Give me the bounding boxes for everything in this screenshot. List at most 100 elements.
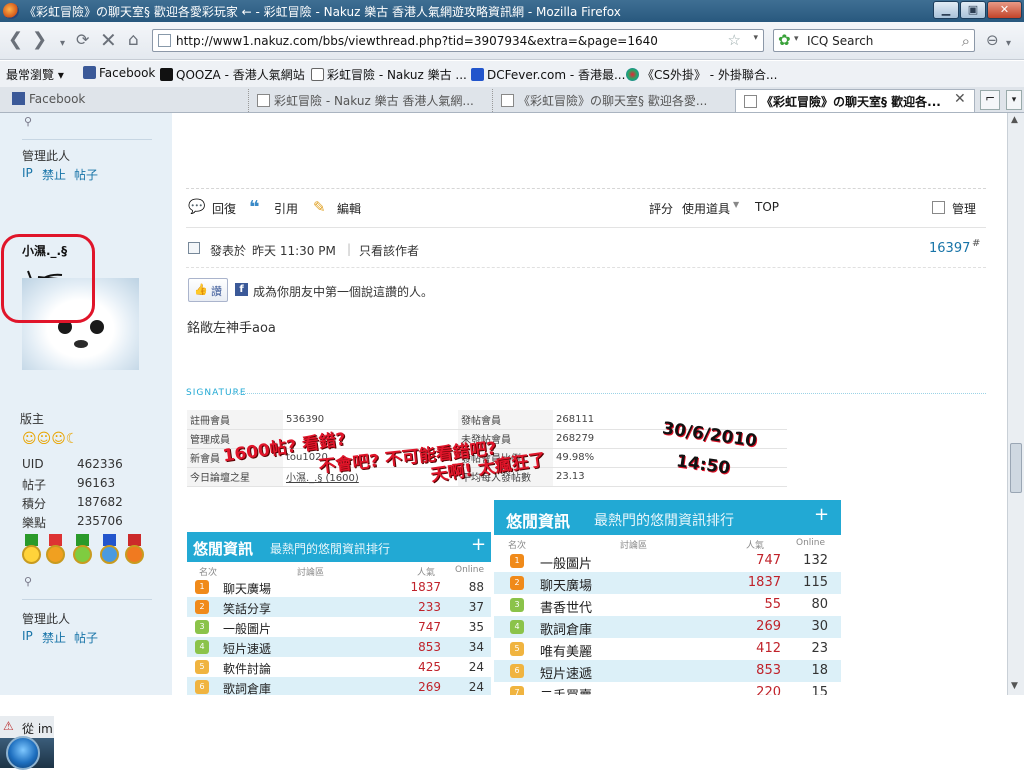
reload-icon[interactable]: ⟳ (76, 30, 89, 50)
rank-badge: 5 (195, 660, 209, 674)
forum-name[interactable]: 聊天廣場 (223, 580, 271, 597)
url-dropdown-icon[interactable]: ▾ (753, 33, 758, 43)
page-icon (744, 95, 757, 108)
home-icon[interactable]: ⌂ (128, 30, 139, 50)
history-dropdown-icon[interactable]: ▾ (60, 34, 65, 54)
windows-start-icon[interactable] (6, 736, 40, 770)
ranking-row[interactable]: 6 歌詞倉庫 269 24 (187, 677, 491, 695)
scroll-down-icon[interactable]: ▼ (1011, 681, 1018, 691)
address-bar[interactable]: http://www1.nakuz.com/bbs/viewthread.php… (152, 29, 764, 52)
reply-button[interactable]: 回復 (212, 200, 236, 217)
forum-name[interactable]: 笑話分享 (223, 600, 271, 617)
forum-name[interactable]: 歌詞倉庫 (540, 619, 592, 638)
people-count: 220 (756, 685, 781, 695)
ban-link[interactable]: 禁止 (42, 166, 66, 183)
vertical-scrollbar[interactable]: ▲ ▼ (1007, 113, 1024, 695)
top-button[interactable]: TOP (755, 200, 779, 214)
tab-nakuz[interactable]: 彩虹冒險 - Nakuz 樂古 香港人氣網... (248, 89, 488, 112)
bookmark-dcfever[interactable]: DCFever.com - 香港最... (471, 66, 625, 83)
plus-icon[interactable]: + (471, 534, 486, 555)
forum-name[interactable]: 唯有美麗 (540, 641, 592, 660)
post-floor-number[interactable]: 16397 (929, 241, 970, 256)
search-icon[interactable]: ⌕ (962, 32, 970, 50)
medal-icon[interactable] (73, 534, 92, 567)
tab-facebook[interactable]: Facebook (4, 89, 244, 112)
facebook-like-button[interactable]: 👍 讚 (188, 278, 228, 302)
forum-name[interactable]: 二手買賣 (540, 685, 592, 695)
author-only-link[interactable]: 只看該作者 (359, 242, 419, 259)
page-icon (501, 94, 514, 107)
tab-close-icon[interactable]: ✕ (954, 91, 966, 107)
bookmark-qooza[interactable]: QOOZA - 香港人氣網站 (160, 66, 305, 83)
rank-badge: 4 (195, 640, 209, 654)
stop-icon[interactable]: ✕ (100, 30, 117, 50)
forum-name[interactable]: 一般圖片 (223, 620, 271, 637)
tab-list-icon[interactable]: ▾ (1006, 90, 1022, 110)
search-engine-dropdown-icon[interactable]: ▾ (794, 34, 799, 44)
scroll-up-icon[interactable]: ▲ (1011, 115, 1018, 125)
tools-button[interactable]: 使用道具 (682, 200, 730, 217)
bookmark-most-visited[interactable]: 最常瀏覽 ▾ (6, 66, 64, 83)
minimize-button[interactable]: ▁ (933, 1, 959, 19)
posts-link-2[interactable]: 帖子 (74, 629, 98, 646)
forum-name[interactable]: 聊天廣場 (540, 575, 592, 594)
reply-icon[interactable]: 💬 (188, 199, 205, 215)
rate-button[interactable]: 評分 (649, 200, 673, 217)
scroll-thumb[interactable] (1010, 443, 1022, 493)
ranking-row[interactable]: 6 短片速遞 853 18 (494, 660, 841, 682)
forum-name[interactable]: 書香世代 (540, 597, 592, 616)
manage-checkbox[interactable] (932, 201, 945, 214)
menu-icon[interactable]: ⊖ (986, 30, 999, 50)
search-engine-label[interactable]: ICQ Search (807, 34, 873, 48)
forum-name[interactable]: 一般圖片 (540, 553, 592, 572)
rank-badge: 6 (195, 680, 209, 694)
ranking-row[interactable]: 1 聊天廣場 1837 88 (187, 577, 491, 597)
bookmark-facebook[interactable]: Facebook (83, 66, 155, 80)
ranking-row[interactable]: 5 唯有美麗 412 23 (494, 638, 841, 660)
bookmark-nakuz[interactable]: 彩虹冒險 - Nakuz 樂古 ... (311, 66, 467, 83)
ranking-row[interactable]: 5 軟件討論 425 24 (187, 657, 491, 677)
rank-badge: 7 (510, 686, 524, 695)
medal-icon[interactable] (22, 534, 41, 567)
bookmark-star-icon[interactable]: ☆ (728, 31, 741, 49)
menu-dropdown-icon[interactable]: ▾ (1006, 34, 1011, 54)
plus-icon[interactable]: + (814, 504, 829, 525)
new-tab-icon[interactable]: ⌐ (980, 90, 1000, 110)
ranking-row[interactable]: 4 短片速遞 853 34 (187, 637, 491, 657)
medal-icon[interactable] (46, 534, 65, 567)
quote-icon[interactable]: ❝ (249, 197, 260, 218)
ranking-row[interactable]: 1 一般圖片 747 132 (494, 550, 841, 572)
chevron-down-icon[interactable]: ▼ (733, 200, 739, 209)
medal-icon[interactable] (125, 534, 144, 567)
search-box[interactable]: ✿ ▾ ICQ Search ⌕ (773, 29, 975, 52)
ip-link-2[interactable]: IP (22, 629, 33, 643)
ranking-row[interactable]: 3 一般圖片 747 35 (187, 617, 491, 637)
separator: | (347, 242, 352, 256)
ban-link-2[interactable]: 禁止 (42, 629, 66, 646)
quote-button[interactable]: 引用 (274, 200, 298, 217)
medal-icon[interactable] (100, 534, 119, 567)
ranking-row[interactable]: 4 歌詞倉庫 269 30 (494, 616, 841, 638)
bookmark-cs[interactable]: 《CS外掛》 - 外掛聯合... (626, 66, 777, 83)
ranking-row[interactable]: 2 笑話分享 233 37 (187, 597, 491, 617)
close-button[interactable]: ✕ (987, 1, 1022, 19)
url-text[interactable]: http://www1.nakuz.com/bbs/viewthread.php… (176, 34, 658, 48)
forum-name[interactable]: 短片速遞 (540, 663, 592, 682)
forum-name[interactable]: 短片速遞 (223, 640, 271, 657)
forum-name[interactable]: 軟件討論 (223, 660, 271, 677)
ranking-row[interactable]: 3 書香世代 55 80 (494, 594, 841, 616)
ip-link[interactable]: IP (22, 166, 33, 180)
forward-arrow-icon[interactable]: ❯ (32, 30, 47, 50)
back-arrow-icon[interactable]: ❮ (8, 30, 23, 50)
icq-flower-icon[interactable]: ✿ (778, 32, 791, 49)
maximize-button[interactable]: ▣ (960, 1, 986, 19)
tab-chatroom-active[interactable]: 《彩虹冒險》の聊天室§ 歡迎各... (735, 89, 975, 112)
pencil-icon[interactable]: ✎ (313, 198, 326, 216)
tab-chatroom[interactable]: 《彩虹冒險》の聊天室§ 歡迎各愛... (492, 89, 732, 112)
ranking-row[interactable]: 2 聊天廣場 1837 115 (494, 572, 841, 594)
edit-button[interactable]: 編輯 (337, 200, 361, 217)
posts-link[interactable]: 帖子 (74, 166, 98, 183)
ranking-row[interactable]: 7 二手買賣 220 15 (494, 682, 841, 695)
window-title: 《彩虹冒險》の聊天室§ 歡迎各愛彩玩家 ← - 彩虹冒險 - Nakuz 樂古 … (24, 5, 621, 19)
forum-name[interactable]: 歌詞倉庫 (223, 680, 271, 695)
